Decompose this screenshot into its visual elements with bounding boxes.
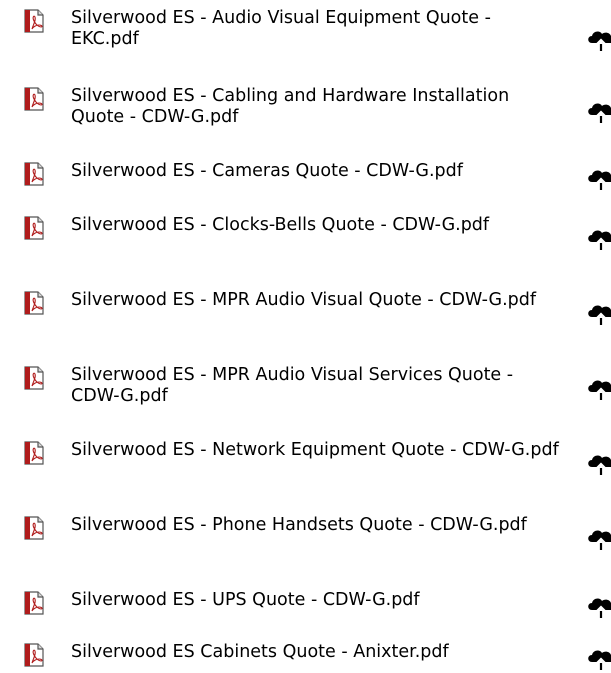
cloud-upload-icon[interactable] [586, 597, 611, 619]
cloud-upload-icon[interactable] [586, 649, 611, 671]
pdf-file-icon[interactable] [21, 8, 47, 34]
file-link[interactable]: Silverwood ES - Network Equipment Quote … [71, 440, 559, 461]
pdf-file-icon[interactable] [21, 440, 47, 466]
file-link[interactable]: Silverwood ES Cabinets Quote - Anixter.p… [71, 642, 559, 663]
pdf-file-icon[interactable] [21, 590, 47, 616]
cloud-upload-icon[interactable] [586, 30, 611, 52]
cloud-upload-icon[interactable] [586, 304, 611, 326]
pdf-file-icon[interactable] [21, 515, 47, 541]
cloud-upload-icon[interactable] [586, 454, 611, 476]
pdf-file-icon[interactable] [21, 161, 47, 187]
cloud-upload-icon[interactable] [586, 169, 611, 191]
file-link[interactable]: Silverwood ES - Clocks-Bells Quote - CDW… [71, 215, 559, 236]
pdf-file-icon[interactable] [21, 215, 47, 241]
pdf-file-icon[interactable] [21, 86, 47, 112]
pdf-file-icon[interactable] [21, 290, 47, 316]
cloud-upload-icon[interactable] [586, 102, 611, 124]
cloud-upload-icon[interactable] [586, 379, 611, 401]
file-link[interactable]: Silverwood ES - UPS Quote - CDW-G.pdf [71, 590, 559, 611]
file-list: Silverwood ES - Audio Visual Equipment Q… [0, 0, 611, 673]
file-link[interactable]: Silverwood ES - Cameras Quote - CDW-G.pd… [71, 161, 559, 182]
file-link[interactable]: Silverwood ES - MPR Audio Visual Service… [71, 365, 559, 407]
cloud-upload-icon[interactable] [586, 529, 611, 551]
cloud-upload-icon[interactable] [586, 229, 611, 251]
pdf-file-icon[interactable] [21, 642, 47, 668]
file-link[interactable]: Silverwood ES - Audio Visual Equipment Q… [71, 8, 559, 50]
file-link[interactable]: Silverwood ES - Phone Handsets Quote - C… [71, 515, 559, 536]
pdf-file-icon[interactable] [21, 365, 47, 391]
file-link[interactable]: Silverwood ES - MPR Audio Visual Quote -… [71, 290, 559, 311]
file-link[interactable]: Silverwood ES - Cabling and Hardware Ins… [71, 86, 559, 128]
